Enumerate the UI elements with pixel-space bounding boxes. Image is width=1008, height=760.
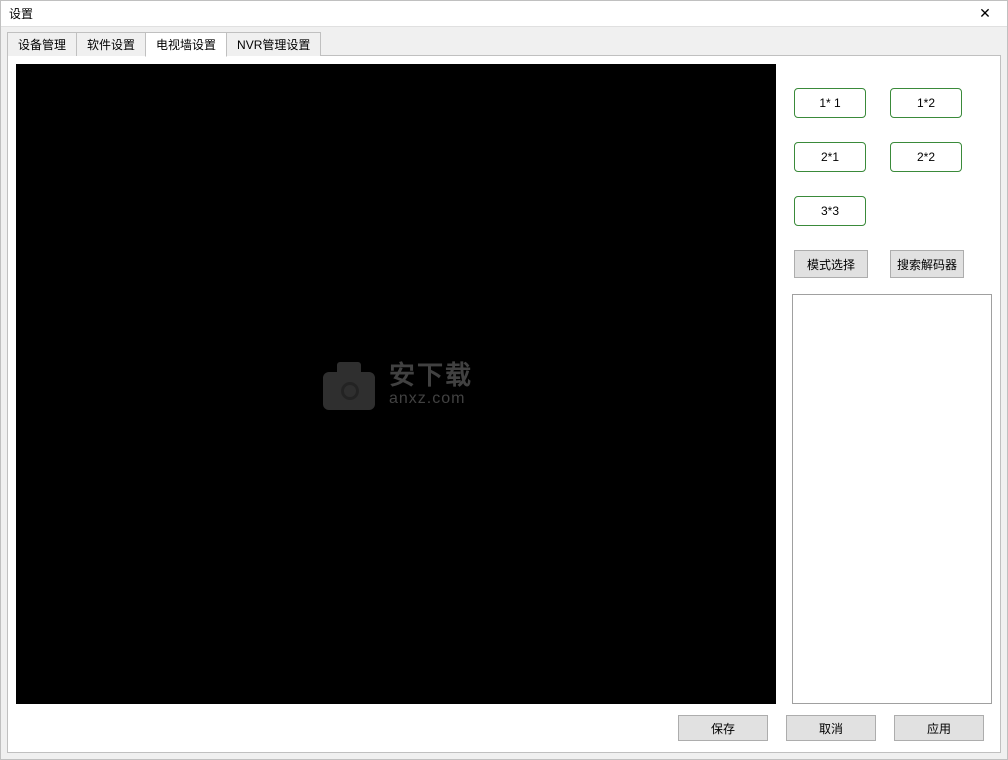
main-row: 安下载 anxz.com 1* 1 1*2 2*1 2*2 3*3 模式 — [16, 64, 992, 704]
watermark: 安下载 anxz.com — [319, 358, 473, 410]
layout-1x1-button[interactable]: 1* 1 — [794, 88, 866, 118]
layout-3x3-button[interactable]: 3*3 — [794, 196, 866, 226]
window-title: 设置 — [9, 5, 33, 22]
layout-2x2-button[interactable]: 2*2 — [890, 142, 962, 172]
decoder-list[interactable] — [792, 294, 992, 704]
close-icon: ✕ — [979, 5, 991, 22]
watermark-top: 安下载 — [389, 361, 473, 390]
tab-nvr-management[interactable]: NVR管理设置 — [226, 32, 321, 56]
search-decoder-button[interactable]: 搜索解码器 — [890, 250, 964, 278]
tvwall-grid[interactable]: 安下载 anxz.com — [16, 64, 776, 704]
right-panel: 1* 1 1*2 2*1 2*2 3*3 模式选择 搜索解码器 — [792, 64, 992, 704]
titlebar: 设置 ✕ — [1, 1, 1007, 27]
tab-device-management[interactable]: 设备管理 — [7, 32, 77, 56]
layout-2x1-button[interactable]: 2*1 — [794, 142, 866, 172]
camera-icon — [319, 358, 379, 410]
watermark-text: 安下载 anxz.com — [389, 361, 473, 407]
tab-content: 安下载 anxz.com 1* 1 1*2 2*1 2*2 3*3 模式 — [7, 55, 1001, 753]
watermark-bottom: anxz.com — [389, 390, 473, 408]
cancel-button[interactable]: 取消 — [786, 715, 876, 741]
settings-window: 设置 ✕ 设备管理 软件设置 电视墙设置 NVR管理设置 — [0, 0, 1008, 760]
tab-tvwall-settings[interactable]: 电视墙设置 — [145, 32, 227, 57]
apply-button[interactable]: 应用 — [894, 715, 984, 741]
save-button[interactable]: 保存 — [678, 715, 768, 741]
layout-buttons: 1* 1 1*2 2*1 2*2 3*3 — [792, 88, 992, 226]
client-area: 设备管理 软件设置 电视墙设置 NVR管理设置 — [1, 27, 1007, 759]
action-buttons: 模式选择 搜索解码器 — [792, 250, 992, 278]
tabs-header: 设备管理 软件设置 电视墙设置 NVR管理设置 — [7, 31, 1001, 55]
close-button[interactable]: ✕ — [967, 2, 1003, 26]
layout-1x2-button[interactable]: 1*2 — [890, 88, 962, 118]
footer: 保存 取消 应用 — [16, 712, 992, 744]
tab-software-settings[interactable]: 软件设置 — [76, 32, 146, 56]
mode-select-button[interactable]: 模式选择 — [794, 250, 868, 278]
